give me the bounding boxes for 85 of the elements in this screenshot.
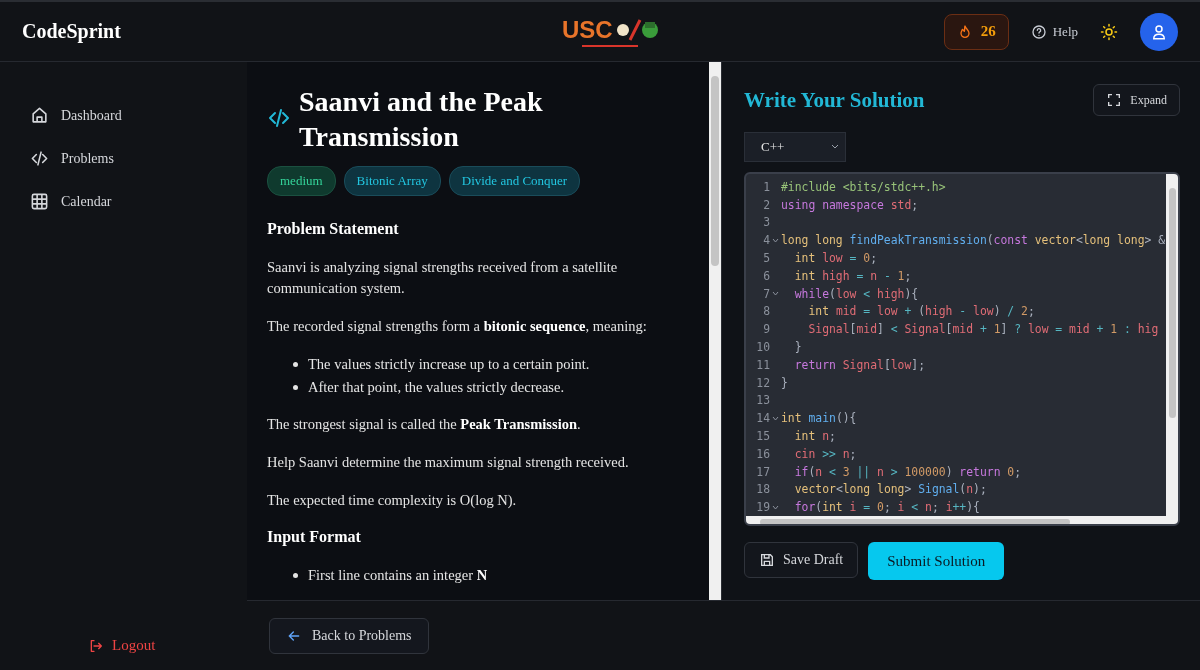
save-icon — [759, 552, 775, 568]
line-number: 13 — [755, 393, 770, 408]
help-link[interactable]: Help — [1030, 23, 1078, 40]
brand-name[interactable]: CodeSprint — [22, 20, 121, 43]
bullet-icon — [293, 385, 298, 390]
code-editor[interactable] — [744, 172, 1180, 526]
help-icon — [1030, 23, 1047, 40]
line-number: 7 — [762, 286, 770, 301]
line-number: 10 — [755, 340, 770, 355]
code-line: } — [781, 375, 788, 390]
code-line: for(int i = 0; i < n; i++){ — [793, 500, 980, 515]
code-line: if(n < 3 || n > 100000) return 0; — [793, 464, 1022, 479]
line-number: 17 — [755, 464, 770, 479]
back-button[interactable]: Back to Problems — [269, 617, 429, 654]
code-line: int high = n - 1; — [793, 268, 912, 283]
submit-button[interactable]: Submit Solution — [868, 542, 1005, 580]
line-number: 5 — [762, 251, 770, 266]
line-number: 2 — [762, 197, 770, 212]
list-item: After that point, the values strictly decrease. — [308, 378, 565, 397]
vertical-scrollbar[interactable] — [1166, 174, 1178, 524]
line-number: 9 — [762, 322, 770, 337]
code-line: int low = 0; — [793, 251, 878, 266]
code-line: return Signal[low]; — [793, 357, 926, 372]
fold-caret-icon[interactable] — [772, 415, 779, 421]
language-select[interactable]: C++ — [744, 132, 846, 162]
logout-icon — [88, 637, 104, 654]
line-number: 15 — [755, 429, 770, 444]
community-logo-drawing: USC — [560, 12, 660, 52]
line-number: 12 — [755, 375, 770, 390]
topic-tag: Divide and Conquer — [448, 166, 581, 196]
code-line: int main(){ — [781, 411, 857, 426]
paragraph: Help Saanvi determine the maximum signal strength received. — [267, 453, 630, 472]
logout-button[interactable]: Logout — [88, 637, 156, 654]
paragraph: The strongest signal is called the Peak Transmission. — [267, 415, 582, 434]
line-number: 19 — [755, 500, 770, 515]
code-icon — [30, 149, 49, 168]
line-number: 3 — [762, 215, 770, 230]
code-line: int mid = low + (high - low) / 2; — [807, 304, 1035, 319]
sidebar-item[interactable]: Calendar — [30, 180, 118, 223]
code-line: while(low < high){ — [793, 286, 919, 301]
code-line: } — [793, 340, 802, 355]
bullet-icon — [293, 573, 298, 578]
difficulty-tag: medium — [267, 166, 336, 196]
code-line: #include <bits/stdc++.h> — [781, 179, 946, 194]
bullet-icon — [293, 362, 298, 367]
user-avatar[interactable] — [1140, 12, 1178, 51]
code-line: int n; — [793, 429, 836, 444]
expand-icon — [1106, 92, 1123, 108]
theme-sun-icon[interactable] — [1100, 22, 1118, 41]
list-item: First line contains an integer N — [308, 566, 488, 585]
expand-button[interactable]: Expand — [1093, 84, 1180, 116]
line-number: 18 — [755, 482, 770, 497]
line-number: 6 — [762, 268, 770, 283]
problem-title: Saanvi and the Peak Transmission — [299, 85, 544, 154]
editor-title: Write Your Solution — [744, 87, 925, 113]
section-heading: Input Format — [267, 528, 362, 546]
streak-badge[interactable]: 26 — [943, 13, 1009, 50]
sidebar-item[interactable]: Dashboard — [30, 94, 128, 137]
code-line: using namespace std; — [781, 197, 919, 212]
code-line: cin >> n; — [793, 446, 857, 461]
line-number: 8 — [762, 304, 770, 319]
fold-caret-icon[interactable] — [772, 237, 779, 243]
home-icon — [30, 106, 49, 125]
paragraph: The recorded signal strengths form a bitonic sequence, meaning: — [267, 317, 648, 336]
line-number: 1 — [762, 179, 770, 194]
chevron-down-icon — [831, 144, 839, 150]
list-item: The values strictly increase up to a certain point. — [308, 355, 590, 374]
fold-caret-icon[interactable] — [772, 291, 779, 297]
paragraph: The expected time complexity is O(log N). — [267, 491, 518, 510]
code-line: Signal[mid] < Signal[mid + 1] ? low = mid + 1 : hig — [807, 322, 1159, 337]
code-line: vector<long long> Signal(n); — [793, 482, 987, 497]
calendar-grid-icon — [30, 192, 49, 211]
line-number: 4 — [762, 233, 770, 248]
scrollbar[interactable] — [709, 62, 721, 600]
line-number: 16 — [755, 446, 770, 461]
paragraph: Saanvi is analyzing signal strengths received from a satellite communication system. — [267, 258, 619, 298]
topic-tag: Bitonic Array — [343, 166, 441, 196]
sidebar-item[interactable]: Problems — [30, 137, 120, 180]
code-icon — [267, 106, 291, 130]
save-draft-button[interactable]: Save Draft — [744, 542, 859, 578]
line-number: 11 — [755, 357, 770, 372]
fold-caret-icon[interactable] — [772, 504, 779, 510]
code-line: long long findPeakTransmission(const vector<long long> & — [781, 233, 1166, 248]
section-heading: Problem Statement — [267, 220, 400, 238]
line-number: 14 — [755, 411, 770, 426]
